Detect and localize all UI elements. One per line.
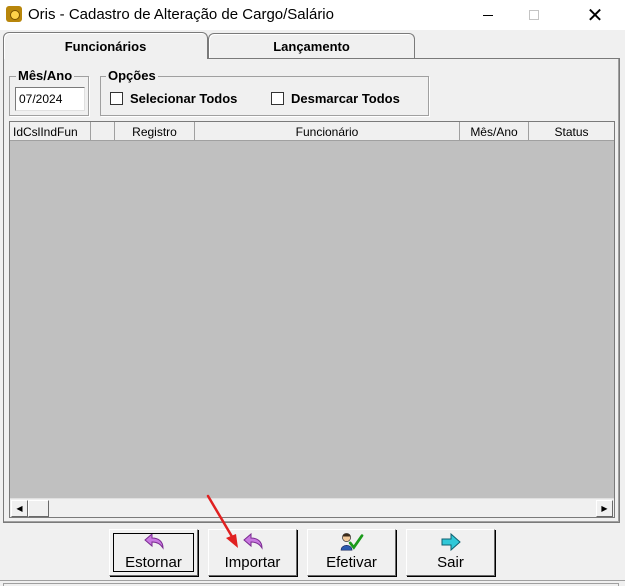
funcionarios-grid[interactable]: IdCslIndFun Registro Funcionário Mês/Ano…: [9, 121, 615, 518]
selecionar-todos-checkbox[interactable]: Selecionar Todos: [110, 91, 237, 106]
grid-header: IdCslIndFun Registro Funcionário Mês/Ano…: [10, 122, 614, 141]
red-pointer-arrow: [206, 494, 238, 548]
column-header-blank[interactable]: [91, 122, 115, 141]
sair-button[interactable]: Sair: [406, 529, 495, 576]
efetivar-button[interactable]: Efetivar: [307, 529, 396, 576]
title-bar: Oris - Cadastro de Alteração de Cargo/Sa…: [0, 0, 625, 30]
estornar-label: Estornar: [125, 554, 182, 571]
scroll-right-icon: ▶: [601, 504, 608, 513]
column-header-mes-ano[interactable]: Mês/Ano: [460, 122, 529, 141]
tab-divider: [208, 58, 620, 59]
minimize-icon: [483, 14, 493, 16]
close-icon: ✕: [586, 3, 604, 27]
tab-funcionarios[interactable]: Funcionários: [3, 32, 208, 59]
undo-arrow-icon: [143, 532, 164, 550]
exit-arrow-icon: [441, 532, 461, 552]
mes-ano-legend: Mês/Ano: [16, 68, 75, 83]
desmarcar-todos-box[interactable]: [271, 92, 284, 105]
maximize-icon: [529, 10, 539, 20]
app-icon: [6, 6, 22, 22]
opcoes-legend: Opções: [106, 68, 158, 83]
scroll-left-icon: ◀: [16, 504, 23, 513]
column-header-idcslindfun[interactable]: IdCslIndFun: [10, 122, 91, 141]
column-header-registro[interactable]: Registro: [115, 122, 195, 141]
sair-label: Sair: [437, 554, 464, 571]
close-button[interactable]: ✕: [572, 0, 618, 30]
tab-funcionarios-label: Funcionários: [64, 38, 147, 54]
opcoes-group: Opções Selecionar Todos Desmarcar Todos: [100, 68, 429, 116]
importar-label: Importar: [224, 554, 281, 571]
scroll-left-button[interactable]: ◀: [11, 500, 28, 517]
scroll-right-button[interactable]: ▶: [596, 500, 613, 517]
maximize-button[interactable]: [511, 0, 557, 30]
horizontal-scrollbar[interactable]: ◀ ▶: [10, 498, 614, 517]
efetivar-label: Efetivar: [326, 554, 377, 571]
window-title: Oris - Cadastro de Alteração de Cargo/Sa…: [28, 6, 334, 23]
desmarcar-todos-label: Desmarcar Todos: [291, 91, 400, 106]
mes-ano-input[interactable]: 07/2024: [15, 87, 85, 111]
tab-lancamento[interactable]: Lançamento: [208, 33, 415, 58]
scroll-thumb[interactable]: [28, 500, 49, 517]
desmarcar-todos-checkbox[interactable]: Desmarcar Todos: [271, 91, 400, 106]
minimize-button[interactable]: [465, 0, 511, 30]
column-header-funcionario[interactable]: Funcionário: [195, 122, 460, 141]
person-check-icon: [340, 533, 363, 551]
mes-ano-group: Mês/Ano 07/2024: [9, 68, 89, 116]
selecionar-todos-label: Selecionar Todos: [130, 91, 238, 106]
status-strip: [0, 580, 625, 586]
selecionar-todos-box[interactable]: [110, 92, 123, 105]
column-header-status[interactable]: Status: [529, 122, 614, 141]
tab-lancamento-label: Lançamento: [273, 38, 350, 54]
estornar-button[interactable]: Estornar: [109, 529, 198, 576]
